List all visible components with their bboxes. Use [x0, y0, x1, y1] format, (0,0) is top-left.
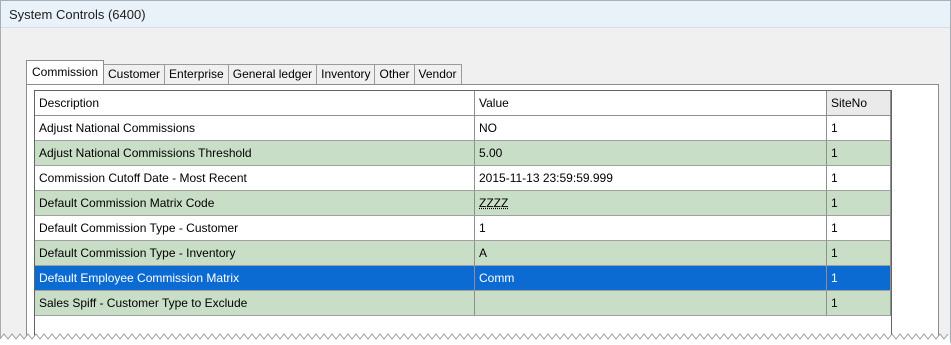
torn-edge-divider: [0, 333, 951, 345]
description-cell[interactable]: Adjust National Commissions: [35, 116, 475, 141]
table-row[interactable]: Adjust National Commissions Threshold 5.…: [35, 141, 891, 166]
column-header-siteno[interactable]: SiteNo: [827, 91, 891, 116]
tab-other[interactable]: Other: [374, 64, 415, 84]
value-cell[interactable]: 5.00: [475, 141, 827, 166]
tab-enterprise[interactable]: Enterprise: [164, 64, 229, 84]
value-cell[interactable]: 2015-11-13 23:59:59.999: [475, 166, 827, 191]
value-cell[interactable]: Comm: [475, 266, 827, 291]
table-row[interactable]: Sales Spiff - Customer Type to Exclude 1: [35, 291, 891, 316]
description-cell[interactable]: Default Employee Commission Matrix: [35, 266, 475, 291]
table-row[interactable]: Default Commission Type - Inventory A 1: [35, 241, 891, 266]
value-cell[interactable]: [475, 291, 827, 316]
table-row[interactable]: Commission Cutoff Date - Most Recent 201…: [35, 166, 891, 191]
tab-vendor[interactable]: Vendor: [413, 64, 462, 84]
title-bar: System Controls (6400): [1, 1, 950, 28]
description-cell[interactable]: Sales Spiff - Customer Type to Exclude: [35, 291, 475, 316]
table-row-selected[interactable]: Default Employee Commission Matrix Comm …: [35, 266, 891, 291]
siteno-cell[interactable]: 1: [827, 166, 891, 191]
system-controls-grid: Description Value SiteNo Adjust National…: [34, 90, 892, 345]
siteno-cell[interactable]: 1: [827, 216, 891, 241]
table-row[interactable]: Adjust National Commissions NO 1: [35, 116, 891, 141]
table-row[interactable]: Default Commission Matrix Code ZZZZ 1: [35, 191, 891, 216]
value-cell[interactable]: NO: [475, 116, 827, 141]
tab-commission[interactable]: Commission: [26, 60, 105, 84]
column-header-value[interactable]: Value: [475, 91, 827, 116]
value-cell[interactable]: ZZZZ: [475, 191, 827, 216]
siteno-cell[interactable]: 1: [827, 141, 891, 166]
description-cell[interactable]: Adjust National Commissions Threshold: [35, 141, 475, 166]
column-header-description[interactable]: Description: [35, 91, 475, 116]
siteno-cell[interactable]: 1: [827, 291, 891, 316]
tab-strip: Commission Customer Enterprise General l…: [26, 60, 462, 84]
siteno-cell[interactable]: 1: [827, 266, 891, 291]
torn-edge-fill: [0, 334, 951, 345]
tab-customer[interactable]: Customer: [103, 64, 166, 84]
siteno-cell[interactable]: 1: [827, 116, 891, 141]
grid-header: Description Value SiteNo: [35, 91, 891, 116]
description-cell[interactable]: Default Commission Type - Customer: [35, 216, 475, 241]
value-cell[interactable]: 1: [475, 216, 827, 241]
description-cell[interactable]: Commission Cutoff Date - Most Recent: [35, 166, 475, 191]
tab-general-ledger[interactable]: General ledger: [227, 64, 318, 84]
description-cell[interactable]: Default Commission Matrix Code: [35, 191, 475, 216]
table-row[interactable]: Default Commission Type - Customer 1 1: [35, 216, 891, 241]
value-cell[interactable]: A: [475, 241, 827, 266]
tab-inventory[interactable]: Inventory: [316, 64, 376, 84]
siteno-cell[interactable]: 1: [827, 241, 891, 266]
description-cell[interactable]: Default Commission Type - Inventory: [35, 241, 475, 266]
window-title: System Controls (6400): [9, 7, 146, 22]
siteno-cell[interactable]: 1: [827, 191, 891, 216]
